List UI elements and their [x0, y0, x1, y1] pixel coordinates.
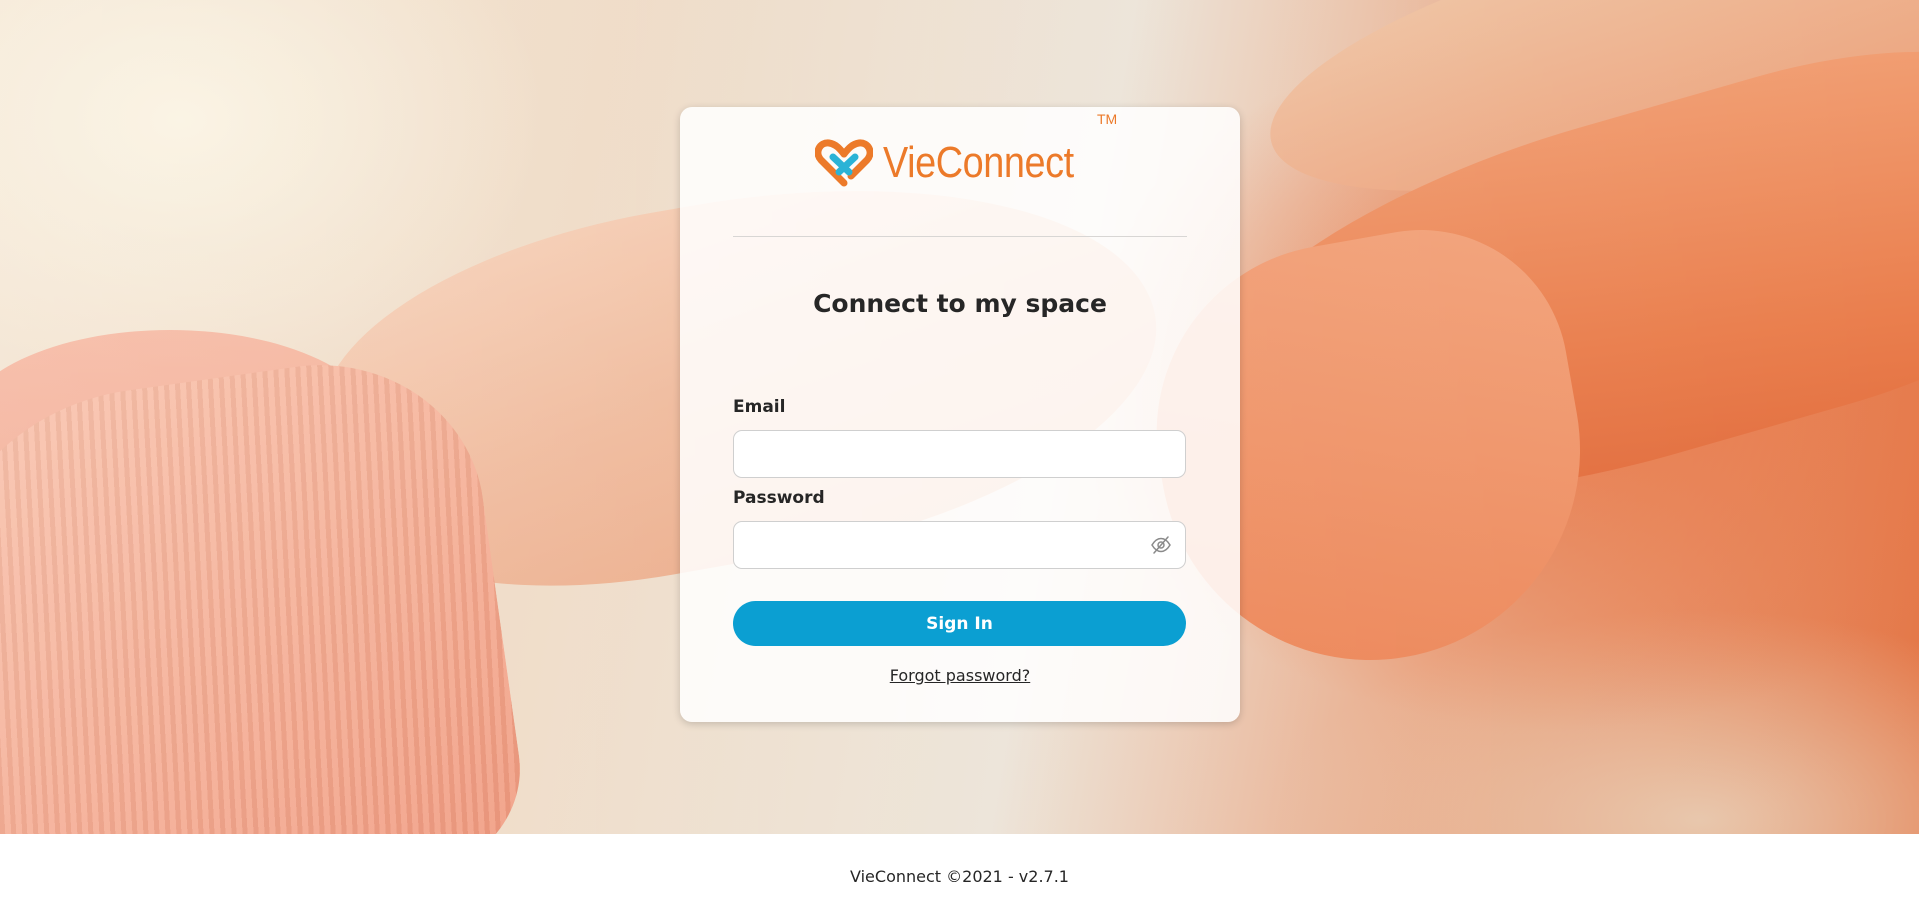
email-field[interactable]: [733, 430, 1186, 478]
login-card: VieConnect TM Connect to my space Email …: [680, 107, 1240, 722]
header-divider: [733, 236, 1187, 237]
heart-logo-icon: [815, 139, 874, 187]
eye-slash-icon[interactable]: [1150, 535, 1172, 555]
forgot-password-link[interactable]: Forgot password?: [680, 666, 1240, 685]
password-label: Password: [733, 488, 825, 508]
trademark-mark: TM: [1097, 111, 1118, 127]
password-field[interactable]: [733, 521, 1186, 569]
brand-name: VieConnect: [883, 138, 1074, 187]
page-title: Connect to my space: [813, 289, 1107, 318]
footer: VieConnect ©2021 - v2.7.1: [0, 834, 1919, 918]
brand-logo: VieConnect: [680, 139, 1240, 187]
footer-copyright: VieConnect ©2021 - v2.7.1: [850, 866, 1069, 886]
sign-in-button[interactable]: Sign In: [733, 601, 1186, 646]
email-label: Email: [733, 397, 786, 417]
